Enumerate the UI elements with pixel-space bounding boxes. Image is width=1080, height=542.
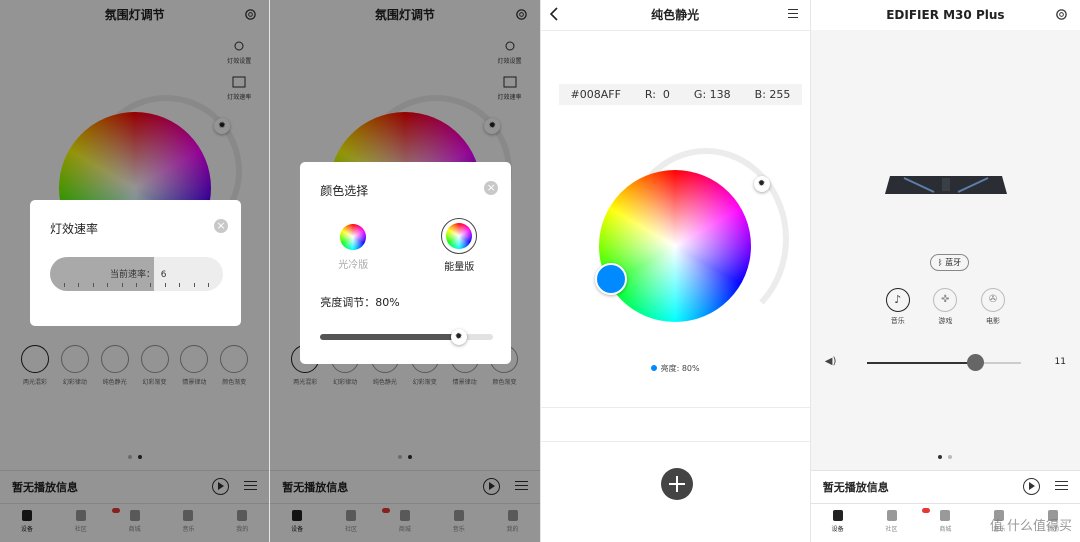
panel-solid-color: 纯色静光 #008AFF R: 0 G: 138 B: 255 ✹ 亮度: 80… bbox=[539, 0, 810, 542]
menu-icon[interactable] bbox=[787, 9, 798, 18]
b-value[interactable]: B: 255 bbox=[742, 84, 803, 105]
page-indicator bbox=[811, 444, 1080, 463]
volume-knob[interactable] bbox=[966, 354, 984, 371]
volume-value: 11 bbox=[1054, 357, 1066, 367]
speed-label: 当前速率： 6 bbox=[110, 270, 167, 280]
color-wheel[interactable] bbox=[598, 170, 751, 322]
nav-bar: 纯色静光 bbox=[541, 0, 810, 30]
panel-device-home: EDIFIER M30 Plus ᛒ 蓝牙 ♪ 音乐 ✜ 游戏 ✇ 电影 ◀) 11 … bbox=[809, 0, 1080, 542]
sound-mode-movie[interactable]: ✇ 电影 bbox=[978, 288, 1008, 326]
volume-icon: ◀) bbox=[824, 356, 837, 367]
bluetooth-icon: ᛒ bbox=[937, 258, 943, 267]
speed-slider[interactable]: 当前速率： 6 bbox=[50, 257, 223, 291]
dialog-title: 颜色选择 bbox=[320, 184, 369, 198]
color-values-row: #008AFF R: 0 G: 138 B: 255 bbox=[558, 84, 803, 105]
close-icon[interactable]: × bbox=[484, 181, 499, 195]
color-option-cold[interactable]: 光冷版 bbox=[328, 224, 378, 271]
play-icon[interactable] bbox=[1023, 478, 1040, 495]
tab-community[interactable]: 社区 bbox=[865, 504, 919, 542]
page-title: EDIFIER M30 Plus bbox=[810, 0, 1080, 30]
paper-plane-icon bbox=[886, 510, 897, 521]
hex-value[interactable]: #008AFF bbox=[558, 84, 633, 105]
color-option-energy[interactable]: 能量版 bbox=[432, 218, 486, 273]
playlist-icon[interactable] bbox=[1055, 481, 1068, 493]
now-playing-text: 暂无播放信息 bbox=[822, 481, 889, 494]
bluetooth-chip[interactable]: ᛒ 蓝牙 bbox=[929, 254, 970, 271]
divider bbox=[540, 30, 810, 31]
divider bbox=[540, 441, 810, 442]
page-title: 纯色静光 bbox=[651, 8, 700, 22]
notification-badge bbox=[922, 508, 931, 513]
panel-light-speed: 氛围灯调节 灯效设置 灯效速率 ✹ 两光混彩 幻彩律动 纯色静光 幻彩渐变 情景… bbox=[0, 0, 270, 542]
volume-slider[interactable] bbox=[866, 354, 1021, 371]
gamepad-icon: ✜ bbox=[933, 288, 958, 312]
brightness-slider[interactable]: ✹ bbox=[320, 329, 494, 345]
music-note-icon: ♪ bbox=[885, 288, 910, 312]
speed-dialog: 灯效速率 × 当前速率： 6 bbox=[30, 200, 241, 326]
add-button[interactable] bbox=[660, 468, 693, 500]
panel-color-select: 氛围灯调节 灯效设置 灯效速率 ✹ 两光混彩 幻彩律动 纯色静光 幻彩渐变 情景… bbox=[269, 0, 540, 542]
dialog-title: 灯效速率 bbox=[50, 222, 99, 236]
sound-mode-music[interactable]: ♪ 音乐 bbox=[883, 288, 913, 326]
volume-slider-fill bbox=[866, 362, 975, 364]
film-reel-icon: ✇ bbox=[981, 288, 1005, 312]
speaker-image bbox=[884, 176, 1007, 194]
color-picker-knob[interactable] bbox=[594, 263, 627, 295]
brightness-readout: 亮度: 80% bbox=[541, 363, 810, 374]
mini-player[interactable]: 暂无播放信息 bbox=[810, 470, 1080, 503]
sound-mode-game[interactable]: ✜ 游戏 bbox=[930, 288, 960, 326]
close-icon[interactable]: × bbox=[214, 219, 228, 233]
tab-mall[interactable]: 商城 bbox=[918, 504, 972, 542]
brightness-knob[interactable]: ✹ bbox=[753, 176, 770, 192]
brightness-label: 亮度调节：80% bbox=[320, 296, 400, 309]
color-swatch bbox=[340, 224, 367, 250]
gear-icon[interactable] bbox=[1055, 8, 1068, 21]
watermark: 值 什么值得买 bbox=[989, 519, 1072, 534]
brightness-slider-fill bbox=[320, 334, 459, 340]
color-swatch bbox=[446, 223, 473, 249]
speed-ticks bbox=[64, 283, 209, 287]
divider bbox=[540, 407, 810, 408]
device-icon bbox=[832, 510, 843, 521]
r-value[interactable]: R: 0 bbox=[632, 84, 682, 105]
sound-mode-list: ♪ 音乐 ✜ 游戏 ✇ 电影 bbox=[883, 288, 1008, 326]
tab-device[interactable]: 设备 bbox=[811, 504, 865, 542]
color-select-dialog: 颜色选择 × 光冷版 能量版 亮度调节：80% ✹ bbox=[300, 162, 512, 364]
g-value[interactable]: G: 138 bbox=[681, 84, 743, 105]
brightness-knob[interactable]: ✹ bbox=[450, 329, 467, 345]
shop-icon bbox=[940, 510, 951, 521]
